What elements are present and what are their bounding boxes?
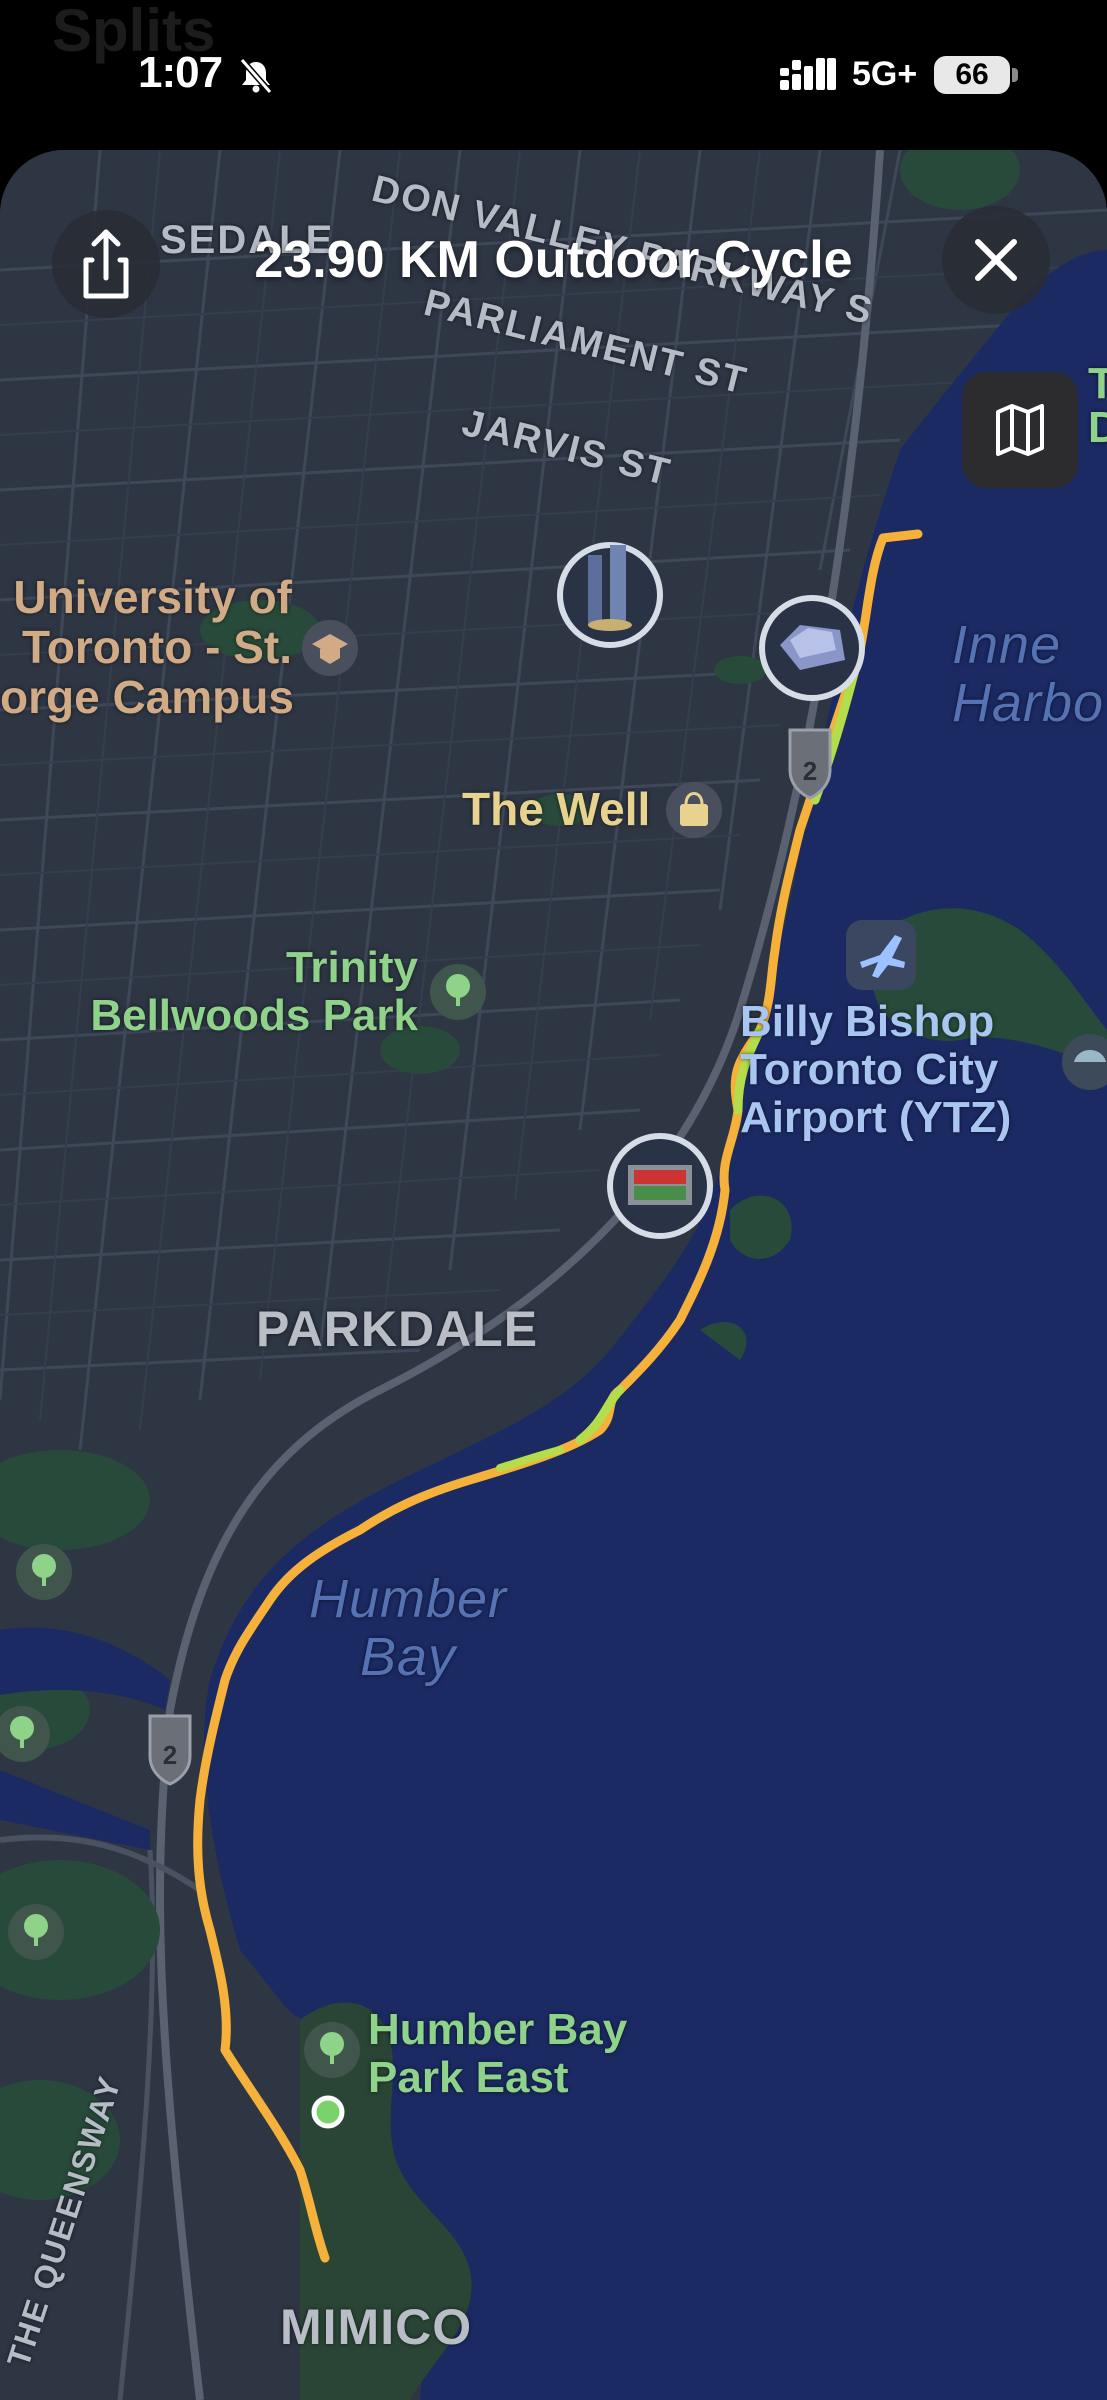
landmark-bmo-field-icon[interactable] xyxy=(607,1133,713,1239)
place-label-uoft: University of Toronto - St. orge Campus xyxy=(0,571,294,723)
status-bar: Splits 1:07 5G+ 66 xyxy=(0,0,1107,150)
shopping-bag-icon xyxy=(666,782,722,838)
map-mode-button[interactable] xyxy=(962,372,1078,488)
svg-text:2: 2 xyxy=(803,756,817,786)
route-map-sheet[interactable]: 2 2 DON VALLEY PARKWAY S PARLIAMENT ST J… xyxy=(0,150,1107,2400)
highway-shield-icon-north: 2 xyxy=(788,728,832,800)
battery-indicator: 66 xyxy=(934,56,1010,94)
park-tree-icon xyxy=(430,964,486,1020)
place-label-trinity-bellwoods: Trinity Bellwoods Park xyxy=(90,943,418,1040)
map-icon xyxy=(996,404,1044,456)
place-label-humber-bay-park-east: Humber Bay Park East xyxy=(368,2005,628,2102)
water-label-humber-bay: Humber Bay xyxy=(308,1569,508,1687)
svg-text:2: 2 xyxy=(163,1740,177,1770)
graduation-cap-icon xyxy=(302,620,358,676)
airplane-icon xyxy=(846,920,916,990)
place-label-edge-top-right: T D xyxy=(1088,359,1107,452)
water-label-inner-harbour: Inne Harbo xyxy=(952,615,1105,733)
place-label-the-well: The Well xyxy=(462,783,651,835)
park-tree-icon-west-1 xyxy=(16,1544,72,1600)
close-button[interactable] xyxy=(942,206,1050,314)
workout-title: 23.90 KM Outdoor Cycle xyxy=(254,231,853,289)
landmark-towers-icon[interactable] xyxy=(557,542,663,648)
close-icon xyxy=(975,239,1017,281)
status-time: 1:07 xyxy=(138,48,223,97)
signal-icon xyxy=(780,58,836,90)
share-icon xyxy=(83,229,129,299)
park-tree-icon-west-3 xyxy=(8,1904,64,1960)
highway-shield-icon-south: 2 xyxy=(148,1714,192,1786)
network-type: 5G+ xyxy=(852,55,918,93)
silent-bell-icon xyxy=(239,58,273,94)
landmark-stadium-icon[interactable] xyxy=(759,595,865,701)
district-label-mimico: MIMICO xyxy=(280,2299,473,2355)
share-button[interactable] xyxy=(52,210,160,318)
district-label-parkdale: PARKDALE xyxy=(256,1301,539,1357)
route-start-dot xyxy=(311,2095,345,2129)
place-label-billy-bishop: Billy Bishop Toronto City Airport (YTZ) xyxy=(740,997,1012,1142)
battery-tip xyxy=(1012,68,1018,82)
park-tree-icon-humber xyxy=(304,2022,360,2078)
